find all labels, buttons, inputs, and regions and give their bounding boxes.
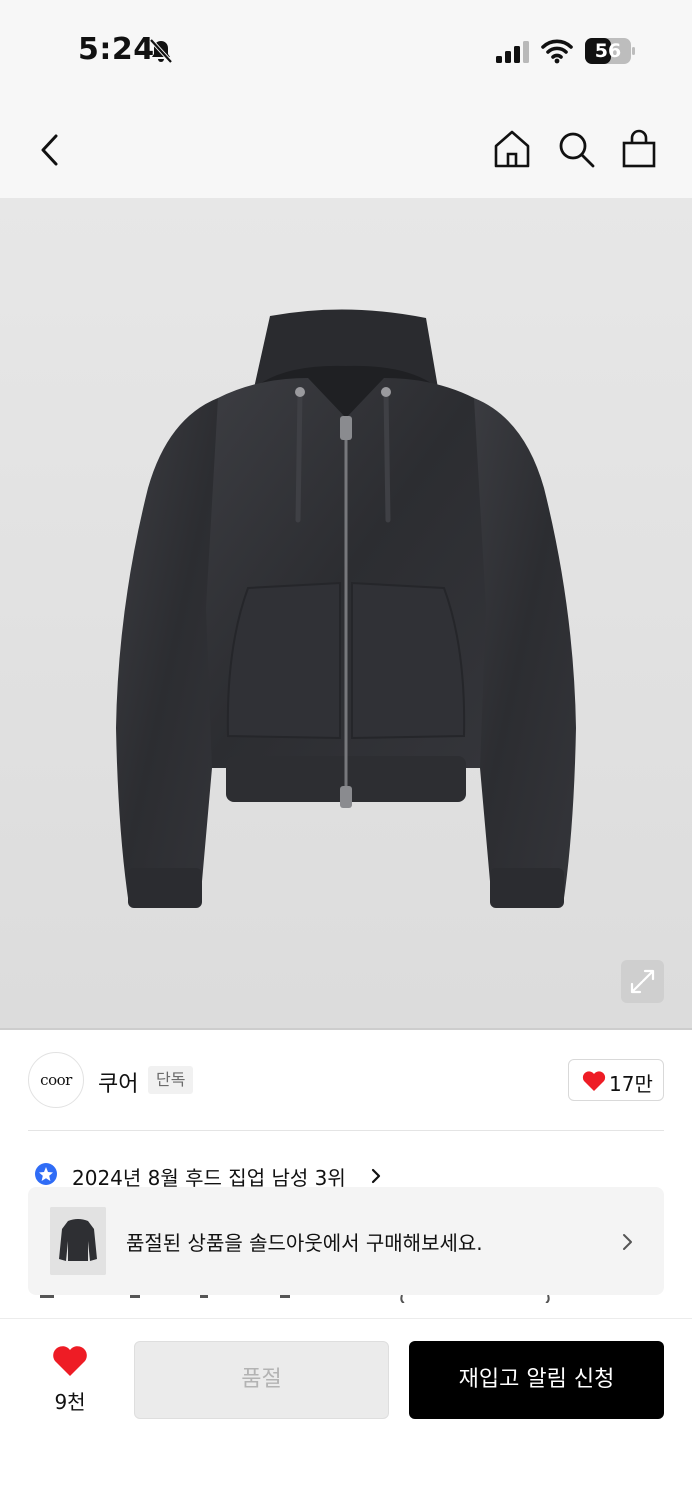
- wifi-icon: [541, 39, 573, 64]
- bell-off-icon: [149, 38, 173, 64]
- favorite-count: 9천: [54, 1390, 86, 1414]
- chevron-right-icon: [623, 1234, 632, 1250]
- chevron-right-icon: [371, 1168, 381, 1184]
- brand-name[interactable]: 쿠어: [98, 1066, 138, 1098]
- battery-level: 56: [594, 40, 622, 62]
- heart-icon: [582, 1071, 606, 1091]
- exclusive-tag: 단독: [148, 1066, 194, 1094]
- hero-divider: [0, 1028, 692, 1030]
- soldout-banner[interactable]: 품절된 상품을 솔드아웃에서 구매해보세요.: [28, 1187, 664, 1295]
- banner-thumbnail: [50, 1207, 106, 1275]
- top-header: 5:24 56: [0, 0, 692, 198]
- brand-like-button[interactable]: 17만: [568, 1059, 664, 1101]
- brand-logo[interactable]: coor: [28, 1052, 84, 1108]
- search-icon[interactable]: [555, 128, 597, 170]
- hoodie-image: [116, 309, 576, 908]
- clipped-text-line: [40, 1295, 550, 1303]
- bag-icon[interactable]: [618, 128, 660, 170]
- status-time: 5:24: [78, 32, 155, 67]
- signal-icon: [496, 41, 529, 63]
- home-icon[interactable]: [492, 128, 532, 170]
- brand-logo-text: coor: [40, 1071, 72, 1089]
- brand-like-count: 17만: [609, 1072, 653, 1096]
- back-icon[interactable]: [30, 130, 70, 170]
- expand-icon[interactable]: [621, 960, 664, 1003]
- section-divider: [28, 1130, 664, 1131]
- product-image[interactable]: [0, 198, 692, 1028]
- restock-alert-button[interactable]: 재입고 알림 신청: [409, 1341, 664, 1419]
- soldout-button: 품절: [134, 1341, 389, 1419]
- star-badge-icon: [35, 1163, 57, 1185]
- heart-icon[interactable]: [52, 1345, 88, 1377]
- soldout-banner-text: 품절된 상품을 솔드아웃에서 구매해보세요.: [126, 1231, 483, 1255]
